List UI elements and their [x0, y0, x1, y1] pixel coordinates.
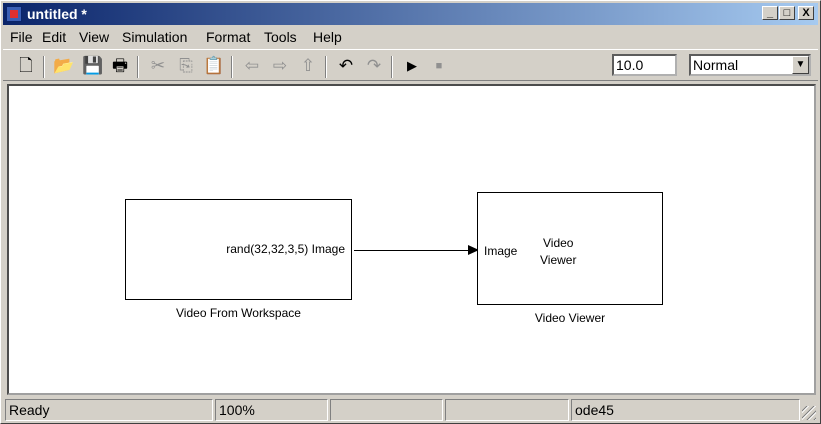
- redo-icon[interactable]: ↷: [363, 56, 385, 76]
- stop-time-field[interactable]: 10.0: [612, 54, 677, 76]
- minimize-button[interactable]: _: [762, 6, 778, 20]
- toolbar-separator: [325, 56, 327, 78]
- paste-icon[interactable]: 📋: [203, 56, 225, 76]
- block-port-text: rand(32,32,3,5) Image: [226, 242, 345, 256]
- toolbar: 🗋 📂 💾 🖶 ✂ ⎘ 📋 ⇦ ⇨ ⇧ ↶ ↷ ▶ ■ 10.0 Normal …: [3, 49, 818, 81]
- resize-grip-icon[interactable]: [802, 406, 816, 420]
- input-port-label: Image: [484, 244, 518, 258]
- simulation-mode-value: Normal: [693, 57, 739, 73]
- solver-name: ode45: [571, 399, 800, 421]
- close-button[interactable]: X: [798, 6, 814, 20]
- forward-icon[interactable]: ⇨: [269, 56, 291, 76]
- simulink-app-icon: [6, 6, 22, 22]
- print-icon[interactable]: 🖶: [109, 56, 131, 76]
- copy-icon[interactable]: ⎘: [175, 56, 197, 76]
- undo-icon[interactable]: ↶: [335, 56, 357, 76]
- title-bar[interactable]: untitled * _ □ X: [3, 3, 818, 25]
- status-cell: [445, 399, 569, 421]
- menu-file[interactable]: File: [10, 27, 33, 47]
- block-label[interactable]: Video From Workspace: [125, 306, 352, 320]
- simulink-model-window: untitled * _ □ X File Edit View Simulati…: [0, 0, 821, 424]
- video-viewer-block[interactable]: Image Video Viewer: [477, 192, 663, 305]
- window-title: untitled *: [27, 6, 87, 22]
- toolbar-separator: [43, 56, 45, 78]
- start-simulation-icon[interactable]: ▶: [401, 56, 423, 76]
- status-cell: [330, 399, 443, 421]
- save-icon[interactable]: 💾: [82, 56, 104, 76]
- menu-tools[interactable]: Tools: [264, 27, 297, 47]
- toolbar-separator: [137, 56, 139, 78]
- new-model-icon[interactable]: 🗋: [15, 56, 37, 76]
- block-body-text: Video Viewer: [540, 236, 577, 267]
- toolbar-separator: [231, 56, 233, 78]
- cut-icon[interactable]: ✂: [147, 56, 169, 76]
- signal-line[interactable]: [354, 250, 468, 251]
- back-icon[interactable]: ⇦: [241, 56, 263, 76]
- up-icon[interactable]: ⇧: [297, 56, 319, 76]
- menu-help[interactable]: Help: [313, 27, 342, 47]
- chevron-down-icon[interactable]: ▼: [792, 56, 809, 74]
- menu-view[interactable]: View: [79, 27, 109, 47]
- maximize-button[interactable]: □: [779, 6, 795, 20]
- menu-edit[interactable]: Edit: [42, 27, 66, 47]
- toolbar-separator: [391, 56, 393, 78]
- zoom-level: 100%: [215, 399, 328, 421]
- block-label[interactable]: Video Viewer: [477, 311, 663, 325]
- model-canvas[interactable]: rand(32,32,3,5) Image Video From Workspa…: [7, 84, 816, 395]
- menu-format[interactable]: Format: [206, 27, 250, 47]
- open-icon[interactable]: 📂: [53, 56, 75, 76]
- menu-simulation[interactable]: Simulation: [122, 27, 187, 47]
- simulation-mode-select[interactable]: Normal ▼: [689, 54, 811, 76]
- status-text: Ready: [5, 399, 213, 421]
- stop-simulation-icon[interactable]: ■: [428, 56, 450, 76]
- status-bar: Ready 100% ode45: [3, 398, 818, 422]
- menu-bar: File Edit View Simulation Format Tools H…: [3, 27, 818, 47]
- video-from-workspace-block[interactable]: rand(32,32,3,5) Image: [125, 199, 352, 300]
